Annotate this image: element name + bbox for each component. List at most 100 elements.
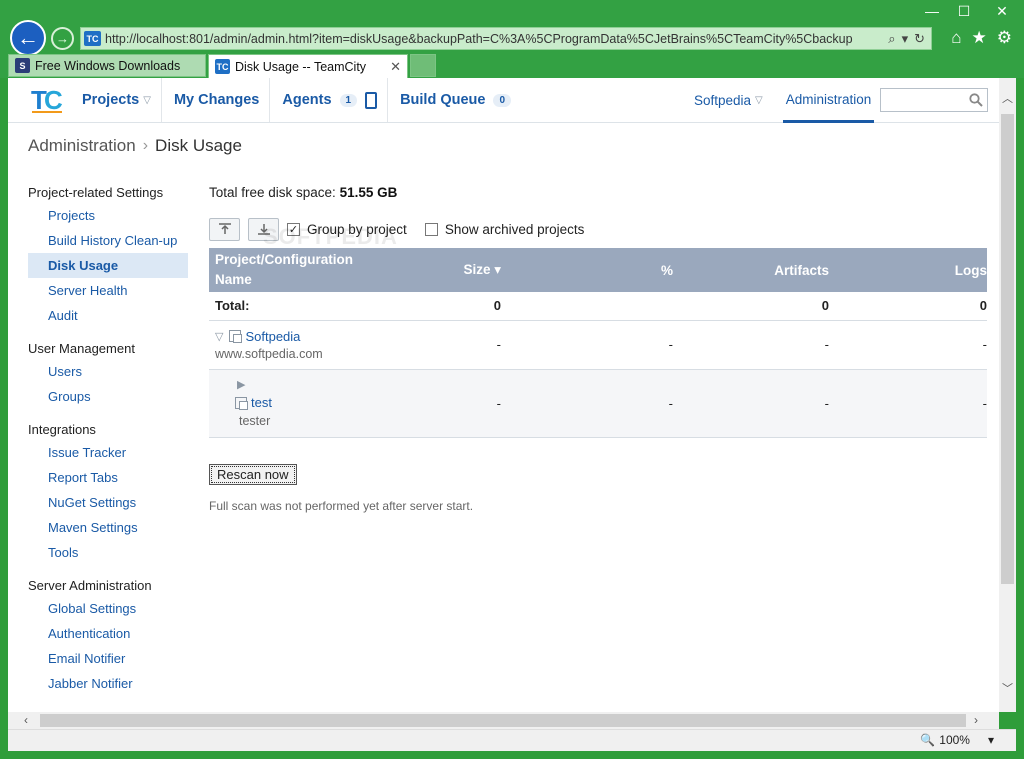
- configuration-logs: -: [829, 369, 987, 438]
- collapsed-triangle-icon[interactable]: ▶: [237, 378, 379, 391]
- back-arrow-icon[interactable]: ←: [10, 20, 46, 56]
- dropdown-icon[interactable]: ▾: [902, 31, 909, 47]
- minimize-icon[interactable]: —: [916, 0, 948, 22]
- settings-gear-icon[interactable]: ⚙: [997, 28, 1012, 48]
- search-icon[interactable]: ⌕: [888, 31, 895, 47]
- configuration-link[interactable]: test: [251, 395, 272, 410]
- sidebar-item-global-settings[interactable]: Global Settings: [28, 596, 188, 621]
- scroll-right-icon[interactable]: ›: [974, 713, 978, 727]
- sidebar-item-nuget-settings[interactable]: NuGet Settings: [28, 490, 188, 515]
- administration-link[interactable]: Administration: [783, 78, 874, 123]
- scan-note: Full scan was not performed yet after se…: [209, 498, 474, 513]
- search-input[interactable]: [880, 88, 988, 112]
- sidebar-item-projects[interactable]: Projects: [28, 203, 188, 228]
- teamcity-header: T C Projects ▽ My Changes Agents 1 Build…: [8, 78, 999, 123]
- breadcrumb-administration[interactable]: Administration: [28, 136, 136, 156]
- maximize-icon[interactable]: ☐: [948, 0, 980, 22]
- scroll-left-icon[interactable]: ‹: [24, 713, 28, 727]
- total-artifacts: 0: [673, 292, 829, 321]
- nav-build-queue[interactable]: Build Queue 0: [388, 78, 521, 122]
- sidebar-item-email-notifier[interactable]: Email Notifier: [28, 646, 188, 671]
- user-name: Softpedia: [694, 92, 752, 108]
- tab-free-windows-downloads[interactable]: S Free Windows Downloads: [8, 54, 206, 77]
- horizontal-scroll-thumb[interactable]: [40, 714, 966, 727]
- sidebar-item-report-tabs[interactable]: Report Tabs: [28, 465, 188, 490]
- sidebar-item-build-history-clean-up[interactable]: Build History Clean-up: [28, 228, 188, 253]
- new-tab-button[interactable]: [410, 54, 436, 77]
- project-link[interactable]: Softpedia: [245, 329, 300, 344]
- free-disk-space: Total free disk space: 51.55 GB: [209, 182, 987, 204]
- build-queue-count-badge: 0: [493, 93, 512, 107]
- project-artifacts: -: [673, 320, 829, 370]
- column-header-size[interactable]: Size ▾: [379, 248, 501, 292]
- zoom-control[interactable]: 🔍 100% ▾: [920, 733, 994, 747]
- address-bar[interactable]: TC http://localhost:801/admin/admin.html…: [80, 27, 932, 50]
- column-header-name: Project/Configuration Name: [209, 248, 379, 292]
- column-header-name-line1: Project/Configuration: [215, 252, 353, 267]
- collapse-icon: [218, 223, 231, 234]
- column-header-artifacts[interactable]: Artifacts: [673, 248, 829, 292]
- forward-arrow-icon[interactable]: →: [51, 27, 74, 50]
- user-menu[interactable]: Softpedia ▽: [694, 78, 763, 122]
- scroll-down-icon[interactable]: ﹀: [1002, 680, 1013, 696]
- show-archived-checkbox[interactable]: Show archived projects: [424, 222, 584, 237]
- refresh-icon[interactable]: ↻: [914, 31, 925, 47]
- sidebar-item-maven-settings[interactable]: Maven Settings: [28, 515, 188, 540]
- column-header-percent[interactable]: %: [501, 248, 673, 292]
- configuration-size: -: [379, 369, 501, 438]
- tab-close-icon[interactable]: ✕: [390, 59, 401, 75]
- nav-agents-label: Agents: [282, 92, 332, 108]
- checkbox-unchecked[interactable]: [424, 222, 438, 236]
- expand-all-button[interactable]: [248, 217, 279, 241]
- sidebar-item-disk-usage[interactable]: Disk Usage: [28, 253, 188, 278]
- project-logs: -: [829, 320, 987, 370]
- horizontal-scrollbar[interactable]: ‹ ›: [8, 712, 999, 729]
- chevron-down-icon[interactable]: ▾: [988, 733, 994, 747]
- rescan-now-button[interactable]: Rescan now: [209, 463, 297, 485]
- sidebar-item-users[interactable]: Users: [28, 359, 188, 384]
- chevron-down-icon[interactable]: ▽: [143, 95, 151, 106]
- project-icon: [229, 330, 243, 343]
- nav-agents[interactable]: Agents 1: [270, 78, 389, 122]
- table-header-row: Project/Configuration Name Size ▾ % Arti…: [209, 248, 987, 292]
- window-controls: — ☐ ✕: [916, 0, 1024, 22]
- disk-usage-table: Project/Configuration Name Size ▾ % Arti…: [209, 248, 987, 438]
- sidebar-item-issue-tracker[interactable]: Issue Tracker: [28, 440, 188, 465]
- sidebar-item-groups[interactable]: Groups: [28, 384, 188, 409]
- tab-disk-usage[interactable]: TC Disk Usage -- TeamCity ✕: [208, 54, 408, 78]
- teamcity-logo-icon[interactable]: T C: [30, 84, 64, 114]
- collapse-all-button[interactable]: [209, 217, 240, 241]
- page-title: Disk Usage: [155, 136, 242, 155]
- column-header-logs[interactable]: Logs: [829, 248, 987, 292]
- svg-text:C: C: [44, 85, 63, 114]
- favorites-star-icon[interactable]: ★: [972, 28, 987, 48]
- sidebar-item-jabber-notifier[interactable]: Jabber Notifier: [28, 671, 188, 696]
- vertical-scroll-thumb[interactable]: [1001, 114, 1014, 584]
- expand-triangle-icon[interactable]: ▽: [215, 330, 223, 343]
- checkbox-checked[interactable]: ✓: [287, 222, 300, 236]
- sidebar-item-authentication[interactable]: Authentication: [28, 621, 188, 646]
- sidebar-item-tools[interactable]: Tools: [28, 540, 188, 565]
- tab-title: Free Windows Downloads: [35, 58, 181, 73]
- close-icon[interactable]: ✕: [980, 0, 1024, 22]
- chevron-down-icon[interactable]: ▽: [755, 95, 763, 106]
- agents-count-badge: 1: [339, 93, 358, 107]
- scroll-up-icon[interactable]: ︿: [1002, 90, 1013, 106]
- project-description: www.softpedia.com: [215, 346, 323, 361]
- browser-tabs: S Free Windows Downloads TC Disk Usage -…: [8, 54, 438, 78]
- group-by-project-checkbox[interactable]: ✓ Group by project: [287, 222, 407, 237]
- sidebar-item-server-health[interactable]: Server Health: [28, 278, 188, 303]
- expand-icon: [257, 224, 270, 235]
- configuration-cell: ▶ test tester: [209, 369, 379, 438]
- home-icon[interactable]: ⌂: [951, 28, 961, 48]
- address-url[interactable]: http://localhost:801/admin/admin.html?it…: [105, 32, 888, 46]
- sidebar-group-title: User Management: [28, 341, 135, 356]
- search-icon[interactable]: [969, 93, 983, 107]
- sidebar-item-audit[interactable]: Audit: [28, 303, 188, 328]
- nav-projects[interactable]: Projects ▽: [70, 78, 162, 122]
- column-header-name-line2: Name: [215, 272, 252, 287]
- configuration-icon: [235, 396, 248, 410]
- nav-projects-label: Projects: [82, 92, 140, 108]
- nav-my-changes[interactable]: My Changes: [162, 78, 271, 122]
- vertical-scrollbar[interactable]: ︿ ﹀: [999, 78, 1016, 712]
